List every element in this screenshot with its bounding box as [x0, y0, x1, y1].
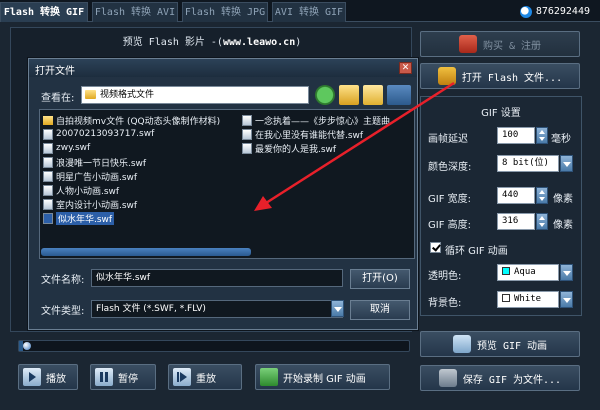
progress-knob[interactable] [23, 342, 31, 350]
preview-icon [452, 335, 471, 353]
filetype-label: 文件类型: [41, 306, 85, 317]
swf-file-icon [43, 142, 53, 154]
look-in-label: 查看在: [41, 93, 75, 104]
swf-file-icon [242, 142, 252, 154]
color-depth-dropdown-icon[interactable] [560, 155, 573, 172]
gif-settings-title: GIF 设置 [481, 108, 521, 119]
tab-flash-to-avi[interactable]: Flash 转换 AVI [92, 2, 178, 22]
swf-file-icon [43, 170, 53, 182]
list-item[interactable]: 在我心里没有谁能代替.swf [242, 127, 363, 141]
save-icon [438, 369, 457, 387]
filetype-select[interactable]: Flash 文件 (*.SWF, *.FLV) [91, 300, 343, 318]
swf-file-icon [242, 128, 252, 140]
gif-width-spinner[interactable] [536, 187, 548, 204]
file-list[interactable]: 自拍视频mv文件 (QQ动态头像制作材料) 20070213093717.swf… [39, 109, 415, 259]
gif-height-spinner[interactable] [536, 213, 548, 230]
list-item[interactable]: 最爱你的人是我.swf [242, 141, 336, 155]
view-menu-icon[interactable] [387, 85, 411, 105]
save-gif-button[interactable]: 保存 GIF 为文件... [420, 365, 580, 391]
filename-label: 文件名称: [41, 275, 85, 286]
filetype-dropdown-icon[interactable] [331, 300, 344, 317]
loop-gif-label: 循环 GIF 动画 [445, 246, 508, 257]
new-folder-icon[interactable] [363, 85, 383, 105]
swf-file-icon [242, 114, 252, 126]
list-item[interactable]: 一念执着——《步步惊心》主题曲 [242, 113, 390, 127]
open-flash-file-button[interactable]: 打开 Flash 文件... [420, 63, 580, 89]
playback-progress[interactable] [18, 340, 410, 352]
folder-icon [43, 115, 53, 125]
gif-height-label: GIF 高度: [428, 220, 471, 231]
tab-flash-to-jpg[interactable]: Flash 转换 JPG [182, 2, 268, 22]
preview-title: 预览 Flash 影片 -(www.leawo.cn) [122, 37, 302, 48]
transparent-color-dropdown-icon[interactable] [560, 264, 573, 281]
gif-width-unit: 像素 [553, 194, 573, 205]
background-color-dropdown-icon[interactable] [560, 291, 573, 308]
transparent-color-label: 透明色: [428, 271, 462, 282]
qq-contact[interactable]: 876292449 [519, 4, 590, 19]
qq-number: 876292449 [535, 6, 590, 17]
dialog-title: 打开文件 [35, 66, 75, 77]
play-button[interactable]: 播放 [18, 364, 78, 390]
dialog-titlebar[interactable]: 打开文件 ✕ [29, 59, 417, 77]
pause-button[interactable]: 暂停 [90, 364, 156, 390]
replay-button[interactable]: 重放 [168, 364, 242, 390]
list-item[interactable]: 室内设计小动画.swf [43, 197, 137, 211]
site-link[interactable]: www.leawo.cn [223, 37, 295, 48]
cart-icon [458, 35, 477, 53]
list-item[interactable]: 浪漫唯一节日快乐.swf [43, 155, 146, 169]
frame-delay-unit: 毫秒 [551, 134, 571, 145]
transparent-swatch [502, 267, 510, 275]
background-color-label: 背景色: [428, 298, 462, 309]
gif-height-unit: 像素 [553, 220, 573, 231]
swf-file-icon [43, 128, 53, 140]
pause-icon [95, 368, 113, 386]
list-item[interactable]: zwy.swf [43, 141, 90, 155]
swf-file-icon [43, 156, 53, 168]
filename-input[interactable]: 似水年华.swf [91, 269, 343, 287]
qq-icon [519, 5, 532, 18]
open-folder-icon [437, 67, 456, 85]
look-in-select[interactable]: 视频格式文件 [81, 86, 309, 104]
horizontal-scrollbar[interactable] [41, 248, 251, 256]
list-item-selected[interactable]: 似水年华.swf [43, 211, 115, 225]
color-depth-label: 颜色深度: [428, 162, 472, 173]
frame-delay-label: 画帧延迟 [428, 134, 468, 145]
swf-file-icon [43, 184, 53, 196]
tab-flash-to-gif[interactable]: Flash 转换 GIF [0, 2, 88, 22]
gif-width-input[interactable]: 440 [497, 187, 535, 204]
gif-settings-panel: GIF 设置 画帧延迟 100 毫秒 颜色深度: 8 bit(位) GIF 宽度… [420, 96, 582, 316]
open-file-dialog: 打开文件 ✕ 查看在: 视频格式文件 自拍视频mv文件 (QQ动态头像制作材料)… [28, 58, 418, 330]
swf-file-icon [43, 212, 53, 224]
background-swatch [502, 294, 510, 302]
cancel-button[interactable]: 取消 [350, 300, 410, 320]
play-icon [23, 368, 41, 386]
list-item[interactable]: 20070213093717.swf [43, 127, 154, 141]
open-button[interactable]: 打开(O) [350, 269, 410, 289]
close-icon[interactable]: ✕ [399, 62, 412, 74]
color-depth-select[interactable]: 8 bit(位) [497, 155, 559, 172]
list-item[interactable]: 自拍视频mv文件 (QQ动态头像制作材料) [43, 113, 220, 127]
folder-icon [85, 90, 96, 99]
start-record-gif-button[interactable]: 开始录制 GIF 动画 [255, 364, 390, 390]
background-color-select[interactable]: White [497, 291, 559, 308]
gif-height-input[interactable]: 316 [497, 213, 535, 230]
buy-register-button[interactable]: 购买 & 注册 [420, 31, 580, 57]
record-icon [260, 368, 278, 386]
gif-width-label: GIF 宽度: [428, 194, 471, 205]
transparent-color-select[interactable]: Aqua [497, 264, 559, 281]
loop-gif-checkbox[interactable] [430, 242, 441, 253]
frame-delay-input[interactable]: 100 [497, 127, 535, 144]
preview-gif-button[interactable]: 预览 GIF 动画 [420, 331, 580, 357]
frame-delay-spinner[interactable] [536, 127, 548, 144]
up-folder-icon[interactable] [339, 85, 359, 105]
list-item[interactable]: 人物小动画.swf [43, 183, 119, 197]
tab-avi-to-gif[interactable]: AVI 转换 GIF [272, 2, 346, 22]
replay-icon [173, 368, 191, 386]
swf-file-icon [43, 198, 53, 210]
tab-bar: Flash 转换 GIF Flash 转换 AVI Flash 转换 JPG A… [0, 0, 600, 22]
back-icon[interactable] [315, 85, 335, 105]
list-item[interactable]: 明星广告小动画.swf [43, 169, 137, 183]
